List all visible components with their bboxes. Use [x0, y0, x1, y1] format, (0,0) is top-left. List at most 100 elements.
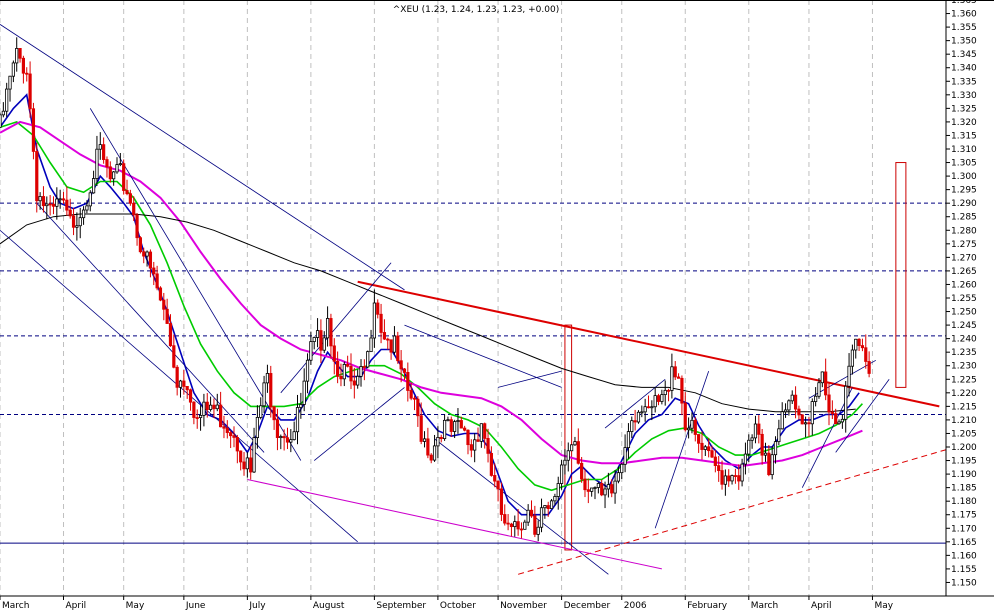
candle-body [142, 251, 146, 257]
candle-body [45, 203, 49, 207]
candle-body [469, 444, 473, 451]
y-tick-label: 1.160 [951, 551, 977, 561]
candle-body [737, 475, 741, 482]
candle-body [750, 437, 754, 441]
candle-body [429, 454, 433, 461]
candle-body [760, 433, 764, 456]
candle-body [807, 422, 811, 425]
candle-body [479, 423, 483, 442]
candle-body [559, 464, 564, 484]
candle-body [178, 380, 183, 388]
candle-body [11, 62, 15, 77]
y-tick-label: 1.350 [951, 37, 977, 47]
candle-body [319, 330, 323, 351]
candle-body [369, 337, 373, 353]
candle-body [125, 190, 129, 195]
candle-body [0, 114, 2, 128]
candle-body [31, 108, 36, 152]
candle-body [827, 394, 831, 413]
candle-body [860, 345, 865, 349]
candle-body [239, 450, 243, 463]
y-tick-label: 1.335 [951, 77, 977, 87]
candle-body [793, 394, 798, 410]
candle-body [840, 418, 844, 423]
y-tick-label: 1.195 [951, 457, 977, 467]
candle-body [646, 406, 651, 409]
candle-body [332, 345, 336, 362]
candle-body [620, 463, 624, 474]
candle-body [593, 487, 597, 489]
candle-body [259, 405, 263, 418]
candle-body [717, 465, 721, 471]
candle-body [325, 318, 330, 339]
candle-body [312, 337, 316, 343]
y-tick-label: 1.315 [951, 131, 977, 141]
candle-body [449, 419, 453, 432]
y-tick-label: 1.170 [951, 524, 977, 534]
y-tick-label: 1.155 [951, 565, 977, 575]
candle-body [780, 411, 784, 430]
candle-body [71, 215, 76, 228]
candle-body [128, 193, 132, 204]
candle-body [463, 427, 467, 431]
candle-body [422, 438, 427, 442]
candle-body [285, 437, 290, 443]
candle-body [864, 347, 868, 362]
candle-body [787, 400, 791, 411]
candle-body [600, 483, 604, 496]
candle-body [446, 419, 450, 422]
candle-body [51, 203, 56, 207]
candle-body [352, 380, 356, 386]
x-tick-label: September [376, 601, 426, 610]
candle-body [222, 426, 226, 429]
candle-body [272, 406, 276, 421]
candle-body [439, 437, 443, 440]
candle-body [168, 323, 173, 347]
candle-body [309, 341, 313, 361]
candle-body [242, 461, 246, 470]
y-tick-label: 1.285 [951, 213, 977, 223]
candle-body [58, 198, 62, 201]
candle-body [292, 431, 296, 441]
candle-body [342, 364, 346, 380]
candle-body [65, 199, 69, 211]
x-tick-label: April [66, 601, 87, 610]
x-tick-label: October [440, 601, 476, 610]
y-tick-label: 1.245 [951, 321, 977, 331]
candle-body [442, 419, 447, 440]
candle-body [265, 373, 270, 384]
y-tick-label: 1.310 [951, 145, 977, 155]
y-tick-label: 1.270 [951, 253, 977, 263]
candle-body [693, 419, 697, 435]
y-tick-label: 1.355 [951, 23, 977, 33]
y-tick-label: 1.205 [951, 429, 977, 439]
candle-body [740, 463, 744, 482]
candle-body [867, 361, 871, 374]
candle-body [814, 395, 818, 402]
y-tick-label: 1.185 [951, 484, 977, 494]
candle-body [783, 409, 788, 413]
candle-body [25, 72, 29, 75]
candle-body [392, 335, 397, 353]
candle-body [666, 389, 671, 392]
candle-body [138, 237, 142, 253]
candle-body [653, 395, 657, 408]
y-tick-label: 1.210 [951, 416, 977, 426]
y-tick-label: 1.345 [951, 50, 977, 60]
candle-body [626, 431, 631, 448]
candle-body [489, 452, 493, 476]
candle-body [155, 273, 159, 289]
y-tick-label: 1.180 [951, 497, 977, 507]
candle-body [770, 454, 774, 476]
candle-body [1, 110, 5, 116]
y-tick-label: 1.260 [951, 280, 977, 290]
candle-body [553, 496, 557, 502]
chart-title: ^XEU (1.23, 1.24, 1.23, 1.23, +0.00) [393, 5, 560, 15]
price-chart: 1.150 1.155 1.160 1.165 1.170 1.175 1.180 1.185… [0, 0, 994, 610]
candle-body [232, 435, 236, 438]
candle-body [650, 406, 654, 409]
candle-body [386, 338, 390, 341]
candle-body [409, 390, 413, 399]
candle-body [192, 401, 196, 418]
candle-body [539, 507, 544, 528]
